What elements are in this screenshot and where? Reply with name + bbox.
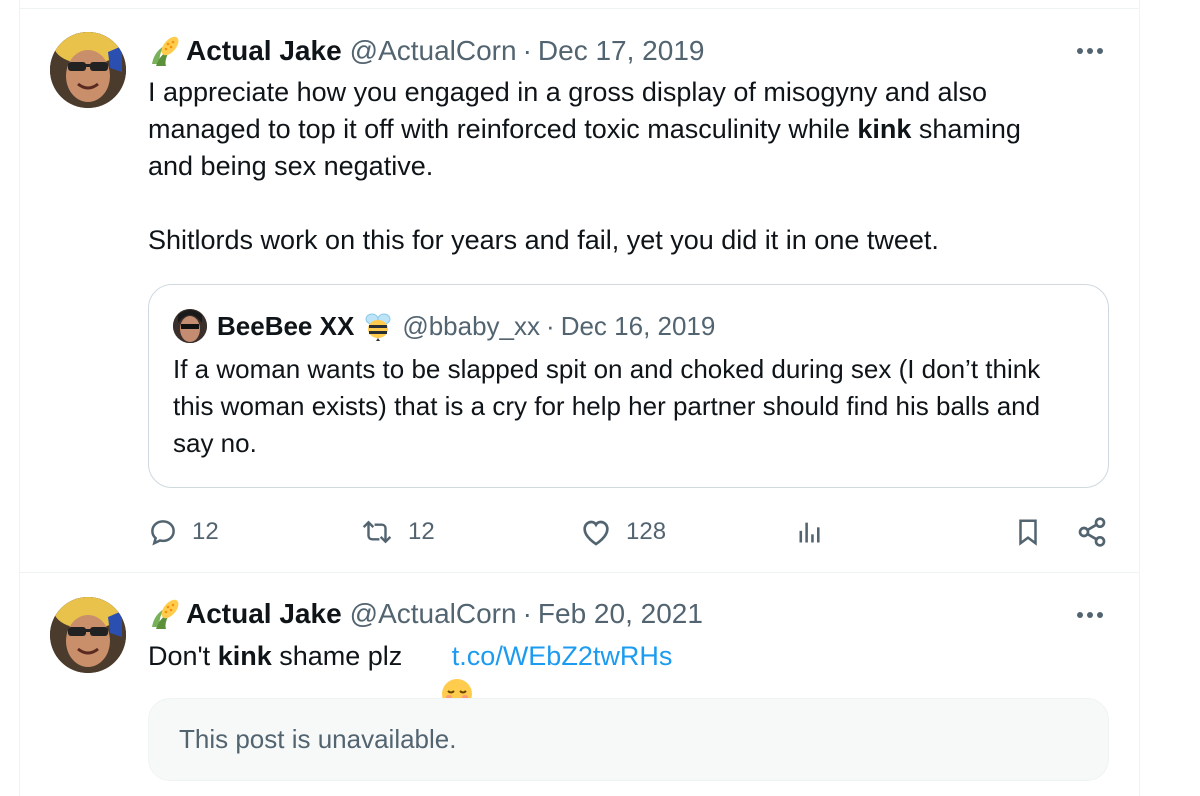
like-button[interactable]: 128: [580, 512, 666, 552]
tweet[interactable]: Actual Jake @ActualCorn · Dec 17, 2019 I…: [0, 0, 1200, 572]
more-options-icon[interactable]: [1074, 605, 1106, 625]
separator: ·: [522, 598, 532, 629]
unavailable-post-card: This post is unavailable.: [148, 698, 1109, 781]
reply-icon: [148, 517, 178, 547]
tweet-text: Don't kink shame plz t.co/WEbZ2twRHs: [148, 638, 1108, 709]
handle[interactable]: @ActualCorn: [350, 598, 517, 630]
separator: ·: [522, 35, 532, 66]
handle[interactable]: @ActualCorn: [350, 35, 517, 67]
share-button[interactable]: [1076, 512, 1108, 552]
separator: ·: [546, 310, 555, 341]
bee-icon: [362, 310, 394, 342]
tweet-text-line: managed to top it off with reinforced to…: [148, 114, 858, 144]
display-name[interactable]: Actual Jake: [186, 598, 342, 630]
views-button[interactable]: [796, 512, 824, 552]
tweet-header: Actual Jake @ActualCorn · Feb 20, 2021: [148, 596, 703, 632]
retweet-count: 12: [408, 518, 435, 545]
bookmark-button[interactable]: [1014, 512, 1042, 552]
corn-icon: [148, 597, 182, 631]
share-icon: [1076, 516, 1108, 548]
avatar[interactable]: [50, 32, 126, 108]
reply-button[interactable]: 12: [148, 512, 219, 552]
timestamp[interactable]: Feb 20, 2021: [538, 598, 703, 630]
tweet-text-part: shame plz: [271, 641, 410, 671]
tweet-text-bold: kink: [857, 114, 912, 144]
retweet-button[interactable]: 12: [360, 512, 435, 552]
relieved-face-icon: [410, 640, 472, 709]
analytics-icon: [796, 517, 824, 547]
quoted-tweet-text: If a woman wants to be slapped spit on a…: [173, 354, 1041, 458]
retweet-icon: [360, 517, 394, 547]
timestamp[interactable]: Dec 17, 2019: [538, 35, 705, 67]
tweet-text-bold: kink: [217, 641, 272, 671]
avatar[interactable]: [50, 597, 126, 673]
tweet-link[interactable]: t.co/WEbZ2twRHs: [452, 638, 673, 675]
quoted-handle[interactable]: @bbaby_xx: [402, 311, 540, 342]
tweet-text-part: Don't: [148, 641, 218, 671]
tweet-text-line: I appreciate how you engaged in a gross …: [148, 77, 988, 107]
quoted-timestamp[interactable]: Dec 16, 2019: [561, 311, 716, 342]
like-count: 128: [626, 518, 667, 545]
corn-icon: [148, 34, 182, 68]
quoted-avatar[interactable]: [173, 309, 207, 343]
tweet-text-line: and being sex negative.: [148, 151, 434, 181]
heart-icon: [580, 517, 612, 547]
tweet-text-line: Shitlords work on this for years and fai…: [148, 225, 939, 255]
quoted-tweet[interactable]: BeeBee XX @bbaby_xx · Dec 16, 2019 If a …: [148, 284, 1109, 488]
tweet-text: I appreciate how you engaged in a gross …: [148, 74, 1108, 259]
tweet-actions: 12 12 128: [148, 512, 1108, 552]
quoted-display-name[interactable]: BeeBee XX: [217, 311, 354, 342]
unavailable-text: This post is unavailable.: [179, 724, 457, 754]
tweet-header: Actual Jake @ActualCorn · Dec 17, 2019: [148, 33, 704, 69]
display-name[interactable]: Actual Jake: [186, 35, 342, 67]
tweet-text-line: shaming: [911, 114, 1021, 144]
more-options-icon[interactable]: [1074, 41, 1106, 61]
reply-count: 12: [192, 518, 219, 545]
quoted-tweet-header: BeeBee XX @bbaby_xx · Dec 16, 2019: [173, 309, 715, 343]
bookmark-icon: [1014, 517, 1042, 547]
